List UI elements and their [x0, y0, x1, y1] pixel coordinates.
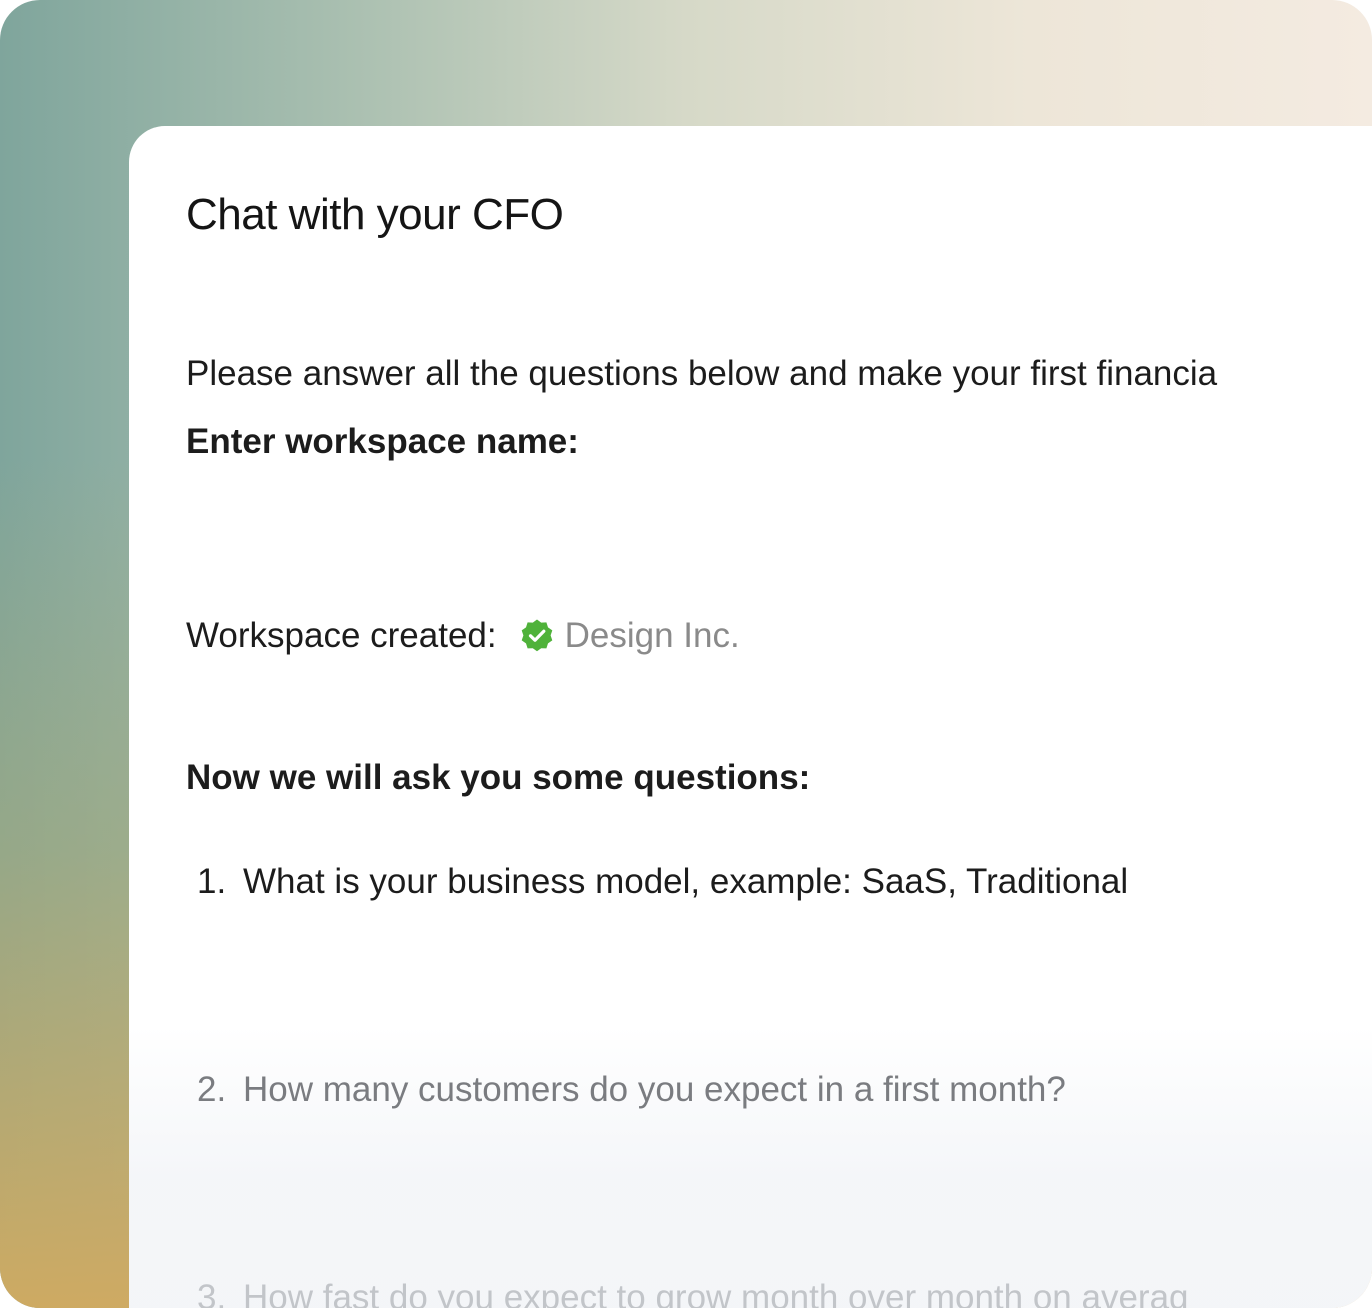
questions-heading: Now we will ask you some questions:: [186, 758, 811, 797]
question-text: How fast do you expect to grow month ove…: [243, 1278, 1189, 1308]
chat-card: Chat with your CFO Please answer all the…: [129, 126, 1372, 1308]
verified-check-icon: [519, 618, 555, 654]
fade-overlay: [129, 1026, 1372, 1308]
page-title: Chat with your CFO: [186, 190, 564, 239]
workspace-name-prompt: Enter workspace name:: [186, 422, 579, 461]
question-number: 1.: [197, 862, 227, 901]
question-item: 3. How fast do you expect to grow month o…: [197, 1278, 1189, 1308]
workspace-name-value: Design Inc.: [564, 616, 740, 655]
workspace-created-label: Workspace created:: [186, 616, 497, 655]
question-number: 3.: [197, 1278, 227, 1308]
background-frame: Chat with your CFO Please answer all the…: [0, 0, 1372, 1308]
intro-text: Please answer all the questions below an…: [186, 354, 1218, 393]
question-text: What is your business model, example: Sa…: [243, 862, 1129, 901]
question-text: How many customers do you expect in a fi…: [243, 1070, 1066, 1109]
question-item: 2. How many customers do you expect in a …: [197, 1070, 1066, 1110]
workspace-created-row: Workspace created: Design Inc.: [186, 616, 740, 656]
question-number: 2.: [197, 1070, 227, 1109]
question-item: 1. What is your business model, example: …: [197, 862, 1128, 902]
